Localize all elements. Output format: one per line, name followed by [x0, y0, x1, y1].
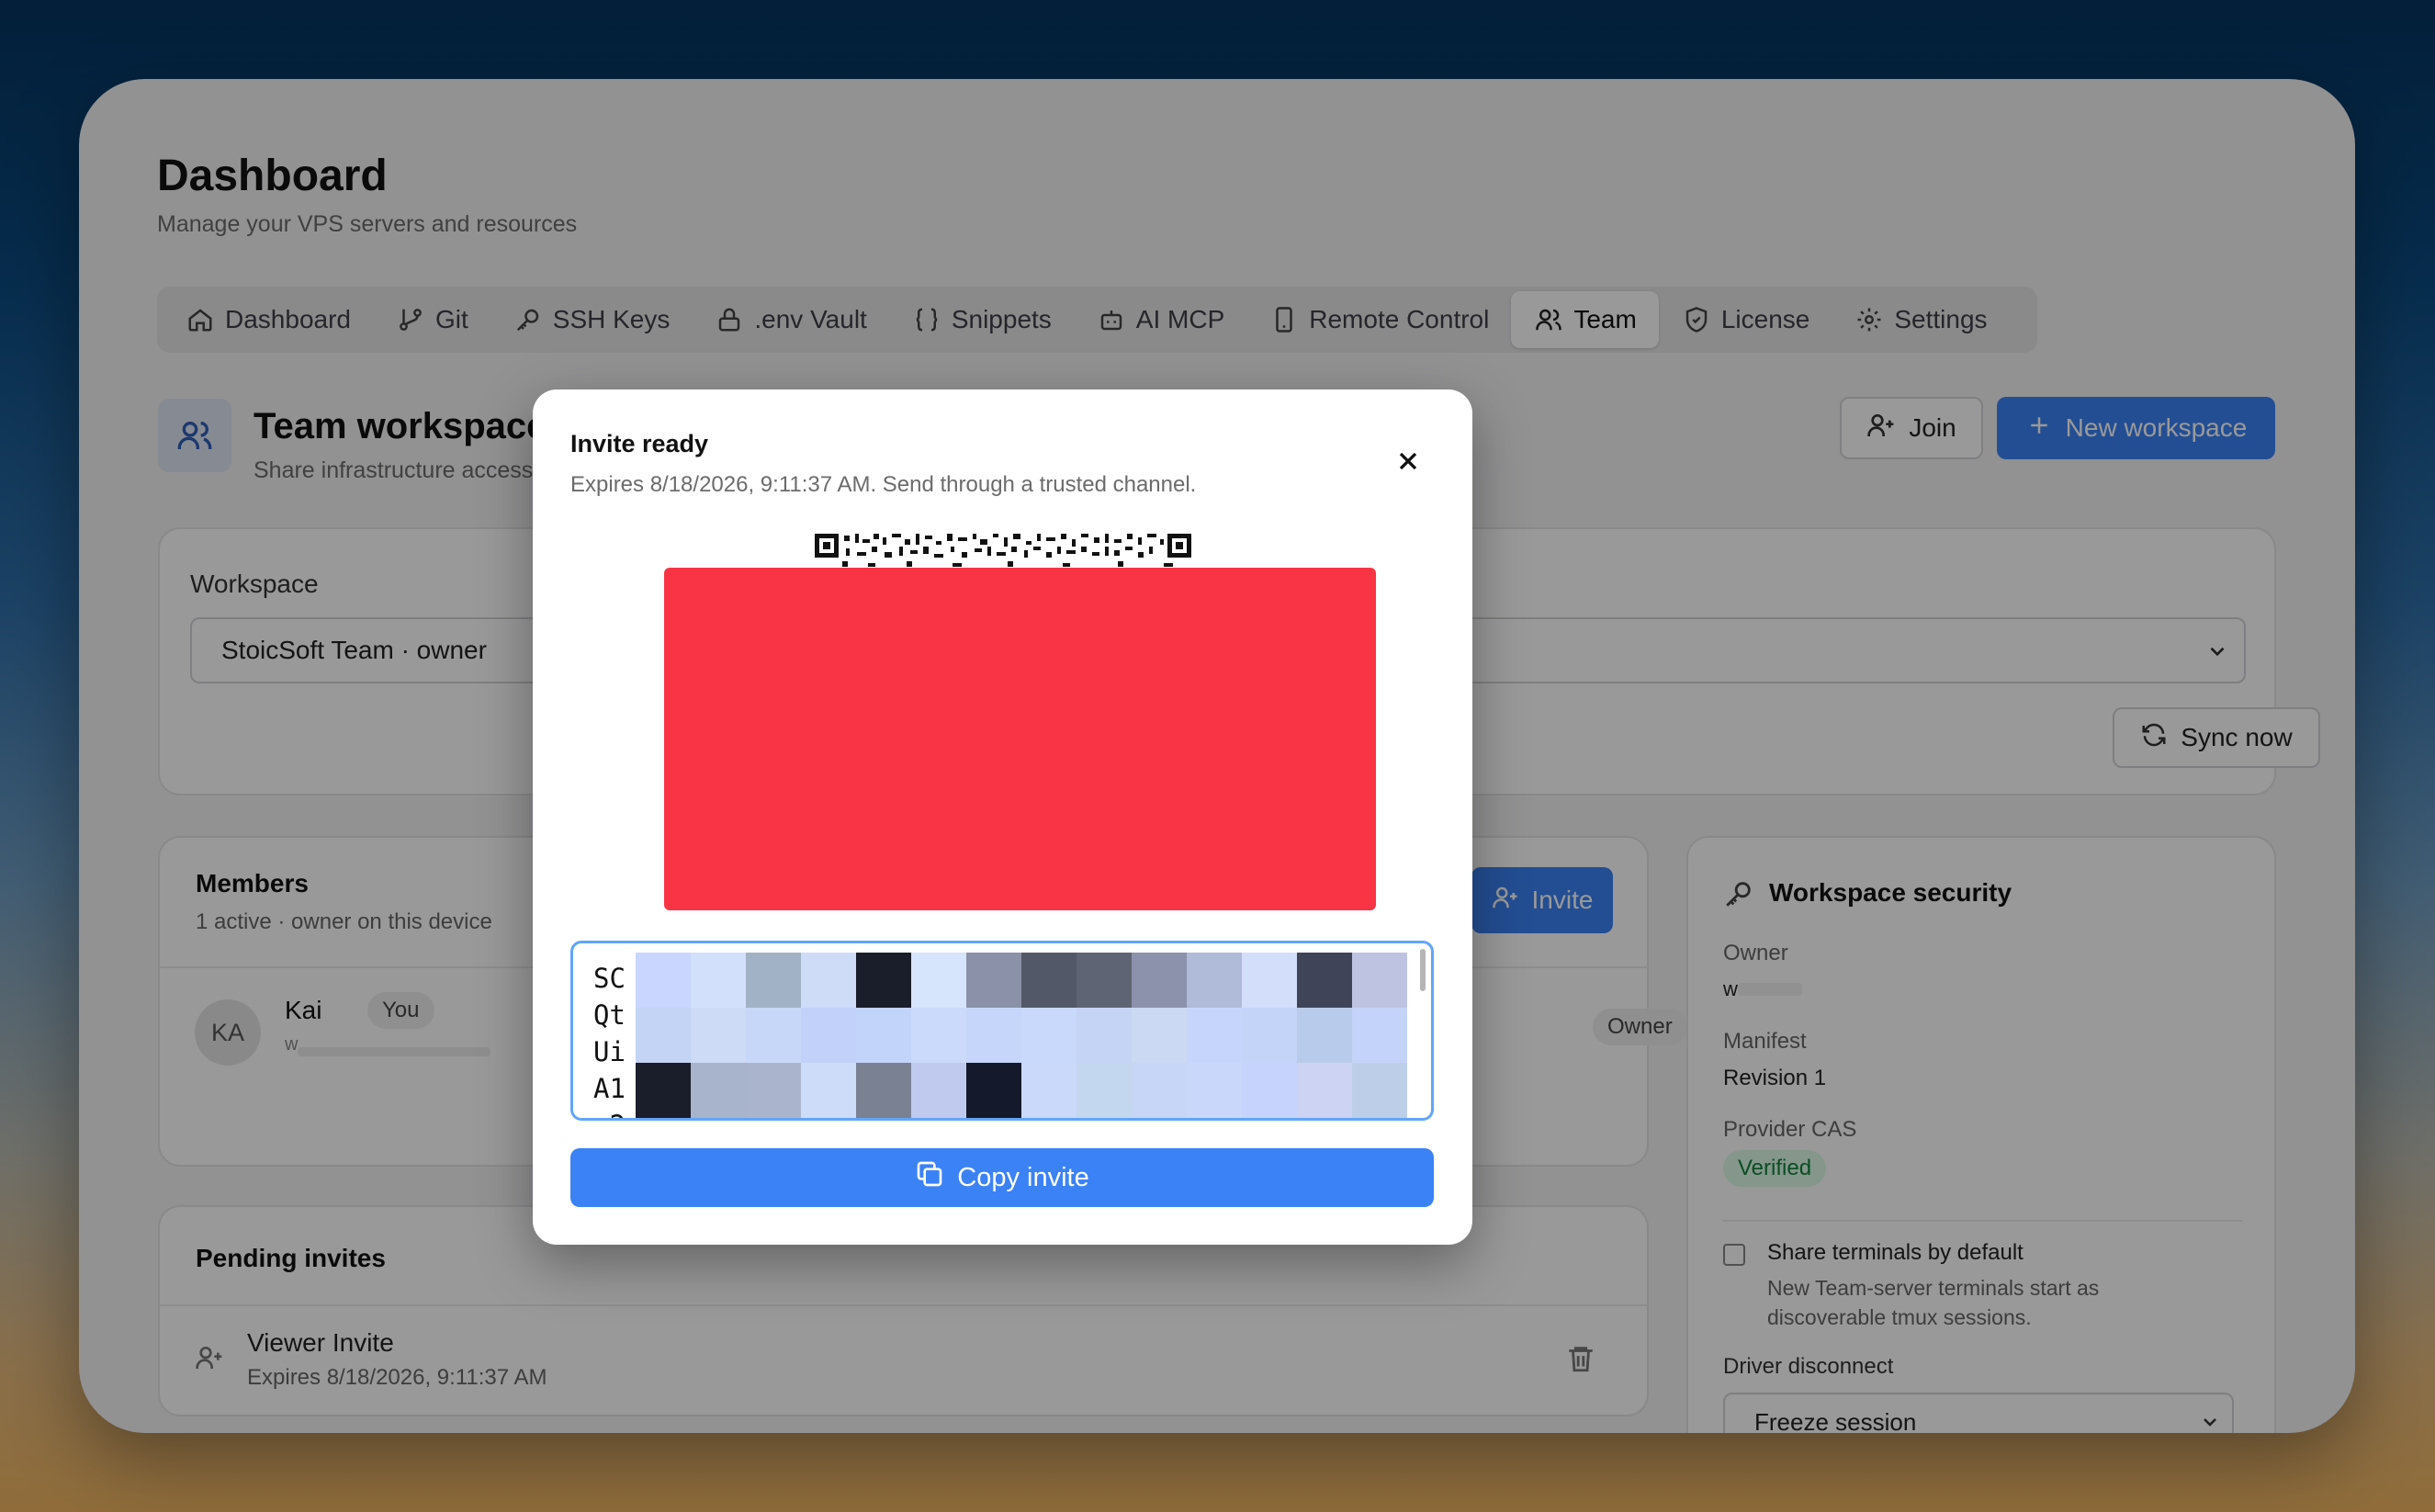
redaction-pixel [966, 953, 1021, 1008]
redaction-pixel [1297, 1063, 1352, 1118]
redaction-pixel [1297, 953, 1352, 1008]
redaction-pixel [1021, 953, 1077, 1008]
redaction-pixel [746, 1063, 801, 1118]
redaction-pixel [1132, 1008, 1187, 1063]
redaction-pixel [1132, 1063, 1187, 1118]
redaction-pixel [636, 953, 691, 1008]
redaction-pixel [1187, 1008, 1242, 1063]
redaction-pixel [1077, 953, 1132, 1008]
redaction-pixel [636, 1118, 691, 1121]
redaction-pixel [966, 1008, 1021, 1063]
redaction-pixel [911, 1118, 966, 1121]
redaction-pixel [1021, 1118, 1077, 1121]
redaction-pixel [1352, 1118, 1407, 1121]
redaction-pixel [966, 1118, 1021, 1121]
copy-invite-label: Copy invite [957, 1162, 1089, 1192]
redaction-pixel [1187, 1118, 1242, 1121]
redaction-pixel [1132, 953, 1187, 1008]
redaction-pixel [1077, 1118, 1132, 1121]
redaction-pixel [1077, 1063, 1132, 1118]
redaction-pixel [691, 953, 746, 1008]
redaction-pixel [856, 1063, 911, 1118]
copy-invite-button[interactable]: Copy invite [570, 1148, 1434, 1207]
redacted-invite-code [636, 953, 1407, 1121]
redaction-pixel [1297, 1118, 1352, 1121]
redaction-pixel [801, 1118, 856, 1121]
redacted-qr-area [664, 568, 1376, 910]
redaction-pixel [746, 1118, 801, 1121]
redaction-pixel [856, 1008, 911, 1063]
redaction-pixel [691, 1118, 746, 1121]
redaction-pixel [911, 1063, 966, 1118]
textarea-scrollbar[interactable] [1420, 949, 1426, 991]
close-icon[interactable] [1393, 446, 1423, 476]
redaction-pixel [746, 1008, 801, 1063]
redaction-pixel [1132, 1118, 1187, 1121]
redaction-pixel [691, 1008, 746, 1063]
redaction-pixel [856, 953, 911, 1008]
redaction-pixel [636, 1063, 691, 1118]
redaction-pixel [1187, 953, 1242, 1008]
redaction-pixel [966, 1063, 1021, 1118]
redaction-pixel [1242, 1008, 1297, 1063]
redaction-pixel [1021, 1008, 1077, 1063]
redaction-pixel [911, 953, 966, 1008]
redaction-pixel [911, 1008, 966, 1063]
redaction-pixel [1352, 1008, 1407, 1063]
qr-code [815, 534, 1191, 570]
modal-title: Invite ready [570, 430, 709, 457]
redaction-pixel [801, 953, 856, 1008]
invite-modal: Invite ready Expires 8/18/2026, 9:11:37 … [533, 389, 1472, 1245]
redaction-pixel [1352, 1063, 1407, 1118]
redaction-pixel [1242, 1118, 1297, 1121]
redaction-pixel [1242, 953, 1297, 1008]
redaction-pixel [801, 1063, 856, 1118]
redaction-pixel [746, 953, 801, 1008]
redaction-pixel [1352, 953, 1407, 1008]
modal-subtitle: Expires 8/18/2026, 9:11:37 AM. Send thro… [570, 472, 1197, 497]
redaction-pixel [856, 1118, 911, 1121]
invite-code-textarea[interactable]: SC Qt Ui A1 u2 [570, 941, 1434, 1121]
redaction-pixel [636, 1008, 691, 1063]
redaction-pixel [1187, 1063, 1242, 1118]
redaction-pixel [691, 1063, 746, 1118]
redaction-pixel [801, 1008, 856, 1063]
copy-icon [915, 1159, 944, 1196]
redaction-pixel [1077, 1008, 1132, 1063]
invite-code-text: SC Qt Ui A1 u2 [593, 963, 626, 1118]
redaction-pixel [1242, 1063, 1297, 1118]
redaction-pixel [1021, 1063, 1077, 1118]
redaction-pixel [1297, 1008, 1352, 1063]
